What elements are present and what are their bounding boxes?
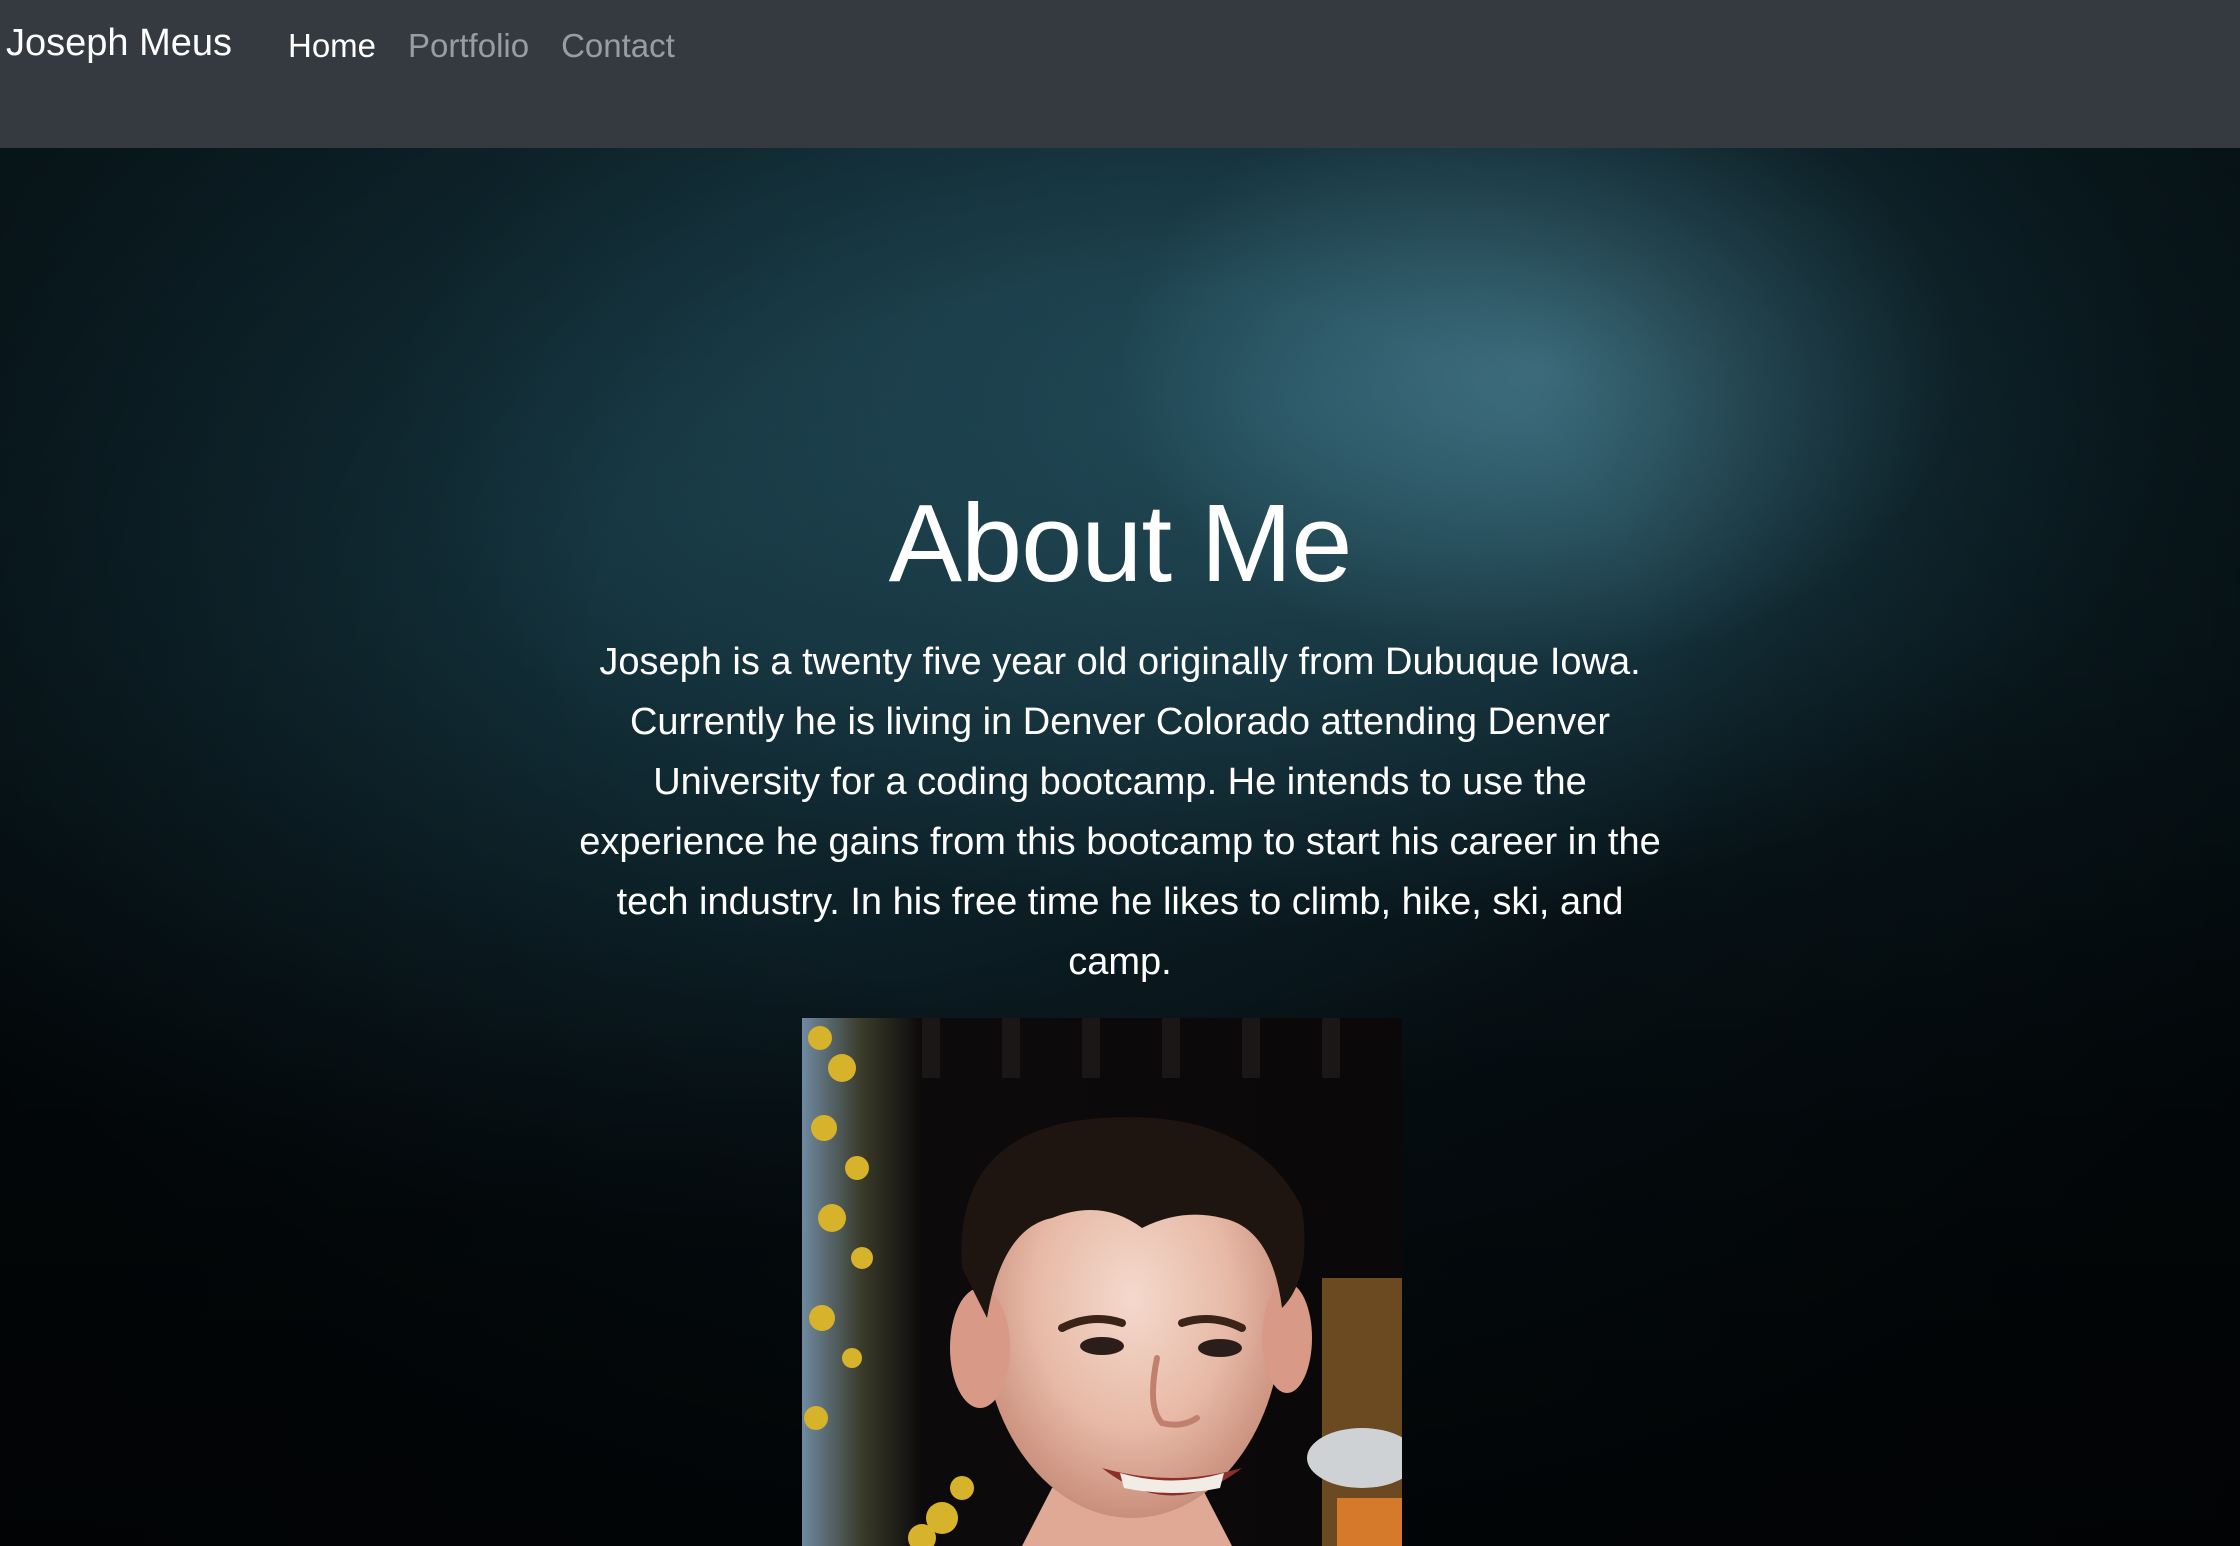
navbar: Joseph Meus Home Portfolio Contact bbox=[0, 0, 2240, 148]
profile-photo-image bbox=[802, 1018, 1402, 1546]
nav-link-contact[interactable]: Contact bbox=[561, 27, 675, 65]
brand-link[interactable]: Joseph Meus bbox=[6, 22, 232, 65]
about-title: About Me bbox=[888, 482, 1353, 605]
hero-section: About Me Joseph is a twenty five year ol… bbox=[0, 148, 2240, 1546]
about-bio: Joseph is a twenty five year old origina… bbox=[579, 641, 1661, 983]
nav-links: Home Portfolio Contact bbox=[288, 27, 675, 65]
profile-photo bbox=[802, 1018, 1402, 1546]
nav-link-home[interactable]: Home bbox=[288, 27, 376, 65]
nav-link-portfolio[interactable]: Portfolio bbox=[408, 27, 529, 65]
